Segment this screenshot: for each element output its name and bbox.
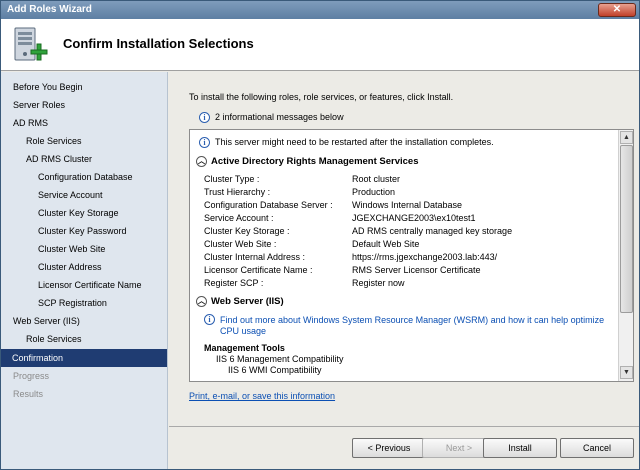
kv-key: Licensor Certificate Name : (204, 265, 313, 275)
step-ad-rms-cluster[interactable]: AD RMS Cluster (26, 150, 92, 168)
mgmt-item: IIS 6 Management Compatibility (216, 354, 344, 364)
selections-panel: i This server might need to be restarted … (189, 129, 634, 382)
kv-value: Root cluster (352, 174, 401, 184)
step-cluster-address[interactable]: Cluster Address (38, 258, 102, 276)
adrms-section-title: Active Directory Rights Management Servi… (211, 156, 419, 168)
kv-value: Default Web Site (352, 239, 420, 249)
footer-divider (169, 426, 639, 427)
iis-section-title: Web Server (IIS) (211, 296, 284, 308)
info-icon: i (199, 112, 210, 124)
step-server-roles[interactable]: Server Roles (13, 96, 65, 114)
step-confirmation[interactable]: Confirmation (1, 349, 167, 367)
mgmt-item: IIS 6 WMI Compatibility (228, 365, 322, 375)
step-licensor-certificate-name[interactable]: Licensor Certificate Name (38, 276, 142, 294)
collapse-chevron-icon[interactable]: ︿ (196, 156, 207, 167)
selections-content: i This server might need to be restarted … (190, 130, 618, 381)
title-bar: Add Roles Wizard ✕ (1, 1, 639, 19)
kv-value: Windows Internal Database (352, 200, 463, 210)
add-roles-wizard-window: Add Roles Wizard ✕ Confirm Installation … (0, 0, 640, 470)
step-cluster-key-storage[interactable]: Cluster Key Storage (38, 204, 119, 222)
iis-section-header[interactable]: ︿ Web Server (IIS) (196, 296, 284, 307)
step-ad-rms-role-services[interactable]: Role Services (26, 132, 82, 150)
kv-key: Cluster Key Storage : (204, 226, 290, 236)
scroll-thumb[interactable] (620, 145, 633, 313)
wizard-steps-sidebar: Before You Begin Server Roles AD RMS Rol… (1, 72, 168, 469)
info-messages-count: i 2 informational messages below (199, 112, 344, 124)
wsrm-link-line2[interactable]: CPU usage (220, 326, 266, 336)
cancel-button[interactable]: Cancel (560, 438, 634, 458)
server-roles-add-icon (14, 27, 48, 61)
info-icon: i (199, 137, 210, 149)
management-tools-heading: Management Tools (204, 343, 285, 353)
kv-key: Cluster Internal Address : (204, 252, 306, 262)
wsrm-info: i (204, 314, 215, 326)
kv-value: JGEXCHANGE2003\ex10test1 (352, 213, 476, 223)
step-cluster-web-site[interactable]: Cluster Web Site (38, 240, 105, 258)
step-iis-role-services[interactable]: Role Services (26, 330, 82, 348)
vertical-scrollbar[interactable]: ▲ ▼ (618, 130, 633, 381)
restart-note: i This server might need to be restarted … (199, 137, 494, 149)
wsrm-link-line1[interactable]: Find out more about Windows System Resou… (220, 315, 604, 325)
info-icon: i (204, 314, 215, 326)
install-button[interactable]: Install (483, 438, 557, 458)
kv-key: Configuration Database Server : (204, 200, 333, 210)
print-email-save-link[interactable]: Print, e-mail, or save this information (189, 391, 335, 401)
kv-key: Cluster Type : (204, 174, 260, 184)
scroll-down-icon[interactable]: ▼ (620, 366, 633, 379)
wizard-header: Confirm Installation Selections (1, 19, 639, 71)
step-before-you-begin[interactable]: Before You Begin (13, 78, 83, 96)
kv-value: https://rms.jgexchange2003.lab:443/ (352, 252, 498, 262)
main-content: To install the following roles, role ser… (169, 72, 639, 469)
kv-key: Trust Hierarchy : (204, 187, 271, 197)
step-results: Results (13, 389, 44, 399)
collapse-chevron-icon[interactable]: ︿ (196, 296, 207, 307)
restart-note-text: This server might need to be restarted a… (215, 137, 494, 147)
info-count-text: 2 informational messages below (215, 112, 344, 122)
kv-key: Service Account : (204, 213, 274, 223)
close-button[interactable]: ✕ (598, 3, 636, 17)
kv-key: Cluster Web Site : (204, 239, 277, 249)
kv-key: Register SCP : (204, 278, 264, 288)
step-scp-registration[interactable]: SCP Registration (38, 294, 107, 312)
previous-button[interactable]: < Previous (352, 438, 426, 458)
step-service-account[interactable]: Service Account (38, 186, 103, 204)
page-title: Confirm Installation Selections (63, 36, 254, 51)
step-ad-rms[interactable]: AD RMS (13, 114, 48, 132)
kv-value: Production (352, 187, 396, 197)
window-title: Add Roles Wizard (7, 4, 92, 15)
kv-value: AD RMS centrally managed key storage (352, 226, 513, 236)
step-web-server-iis[interactable]: Web Server (IIS) (13, 312, 80, 330)
step-cluster-key-password[interactable]: Cluster Key Password (38, 222, 127, 240)
step-progress: Progress (13, 371, 50, 381)
adrms-section-header[interactable]: ︿ Active Directory Rights Management Serv… (196, 156, 419, 167)
scroll-up-icon[interactable]: ▲ (620, 131, 633, 144)
intro-text: To install the following roles, role ser… (189, 92, 454, 102)
kv-value: Register now (352, 278, 405, 288)
step-configuration-database[interactable]: Configuration Database (38, 168, 133, 186)
kv-value: RMS Server Licensor Certificate (352, 265, 481, 275)
